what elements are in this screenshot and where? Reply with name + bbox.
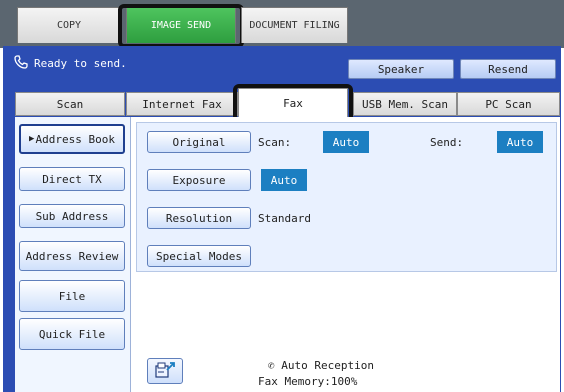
fax-send-icon (154, 361, 176, 382)
special-modes-button[interactable]: Special Modes (147, 245, 251, 267)
fax-memory-icon-button[interactable] (147, 358, 183, 384)
arrow-right-icon: ▶ (29, 134, 35, 144)
address-book-button[interactable]: ▶ Address Book (19, 124, 125, 154)
status-text: Ready to send. (34, 57, 127, 70)
address-book-label: Address Book (35, 132, 115, 146)
phone-icon (14, 55, 28, 72)
selected-mode-highlight (118, 4, 244, 48)
resolution-value: Standard (258, 212, 311, 225)
exposure-value: Auto (261, 169, 307, 191)
send-label: Send: (430, 136, 464, 149)
quick-file-button[interactable]: Quick File (19, 318, 125, 350)
exposure-button[interactable]: Exposure (147, 169, 251, 191)
sub-address-button[interactable]: Sub Address (19, 204, 125, 228)
phone-receive-icon: ✆ (268, 359, 275, 372)
send-value: Auto (497, 131, 543, 153)
resolution-button[interactable]: Resolution (147, 207, 251, 229)
direct-tx-button[interactable]: Direct TX (19, 167, 125, 191)
address-review-button[interactable]: Address Review (19, 241, 125, 271)
tab-scan[interactable]: Scan (15, 92, 125, 116)
tab-copy[interactable]: COPY (17, 7, 121, 43)
auto-reception-label: Auto Reception (281, 359, 374, 372)
tab-pc-scan[interactable]: PC Scan (457, 92, 560, 116)
tab-internet-fax[interactable]: Internet Fax (126, 92, 238, 116)
auto-reception-status: ✆ Auto Reception (268, 359, 374, 372)
resend-button[interactable]: Resend (460, 59, 556, 79)
tab-document-filing[interactable]: DOCUMENT FILING (241, 7, 348, 43)
scan-value: Auto (323, 131, 369, 153)
scan-label: Scan: (258, 136, 292, 149)
file-button[interactable]: File (19, 280, 125, 312)
fax-control-panel: COPY IMAGE SEND DOCUMENT FILING Ready to… (0, 0, 564, 392)
fax-memory-status: Fax Memory:100% (258, 375, 358, 388)
speaker-button[interactable]: Speaker (348, 59, 454, 79)
status-bar: Ready to send. (14, 55, 127, 72)
original-button[interactable]: Original (147, 131, 251, 153)
tab-usb-mem-scan[interactable]: USB Mem. Scan (353, 92, 457, 116)
